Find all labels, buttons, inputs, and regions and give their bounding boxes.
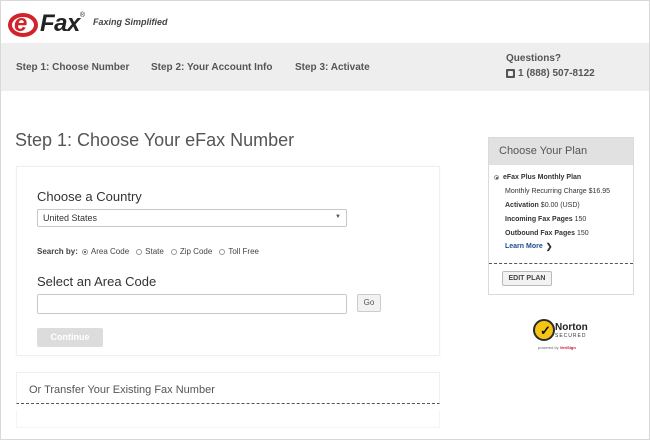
plan-header: Choose Your Plan [489, 138, 633, 165]
search-option-state[interactable]: State [136, 247, 164, 256]
transfer-card-continuation [16, 410, 440, 428]
area-code-input[interactable] [37, 294, 347, 314]
recurring-charge: Monthly Recurring Charge $16.95 [505, 188, 611, 195]
radio-plan[interactable] [494, 175, 499, 180]
search-option-label: State [145, 247, 164, 256]
efax-logo[interactable]: e Fax ® [8, 8, 85, 40]
learn-more-label: Learn More [505, 243, 543, 250]
edit-plan-button[interactable]: EDIT PLAN [502, 271, 552, 286]
step-account-info: Step 2: Your Account Info [151, 62, 273, 73]
plan-body: eFax Plus Monthly Plan Monthly Recurring… [489, 165, 633, 251]
page-title: Step 1: Choose Your eFax Number [15, 130, 295, 150]
search-option-area-code[interactable]: Area Code [81, 247, 130, 256]
step-choose-number: Step 1: Choose Number [16, 62, 130, 73]
phone-number[interactable]: 1 (888) 507-8122 [518, 68, 595, 79]
activation-row: Activation $0.00 (USD) [494, 202, 628, 209]
incoming-pages-row: Incoming Fax Pages 150 [494, 216, 628, 223]
search-option-label: Area Code [90, 247, 130, 256]
incoming-pages-label: Incoming Fax Pages [505, 216, 573, 223]
outbound-pages-value: 150 [576, 230, 589, 237]
logo-mark-letter: e [14, 10, 28, 37]
checkmark-icon: ✓ [533, 319, 555, 341]
norton-secured: SECURED [555, 333, 587, 339]
search-option-label: Zip Code [179, 247, 213, 256]
activation-value: $0.00 (USD) [540, 202, 580, 209]
powered-prefix: powered by [538, 345, 559, 350]
outbound-pages-label: Outbound Fax Pages [505, 230, 576, 237]
transfer-number-card[interactable]: Or Transfer Your Existing Fax Number [16, 372, 440, 404]
search-option-label: Toll Free [228, 247, 259, 256]
radio-zip-code[interactable] [170, 248, 177, 255]
country-select[interactable]: United States ▼ [37, 209, 347, 227]
choose-number-card: Choose a Country United States ▼ Search … [16, 166, 440, 356]
choose-plan-panel: Choose Your Plan eFax Plus Monthly Plan … [488, 137, 634, 295]
search-by-label: Search by: [37, 247, 78, 256]
go-button[interactable]: Go [357, 294, 381, 312]
powered-brand: VeriSign [559, 345, 576, 350]
efax-logo-mark: e [8, 10, 42, 38]
chevron-down-icon: ▼ [335, 214, 341, 220]
questions-contact: Questions? 1 (888) 507-8122 [506, 53, 595, 79]
area-code-section-label: Select an Area Code [37, 274, 157, 289]
logo-registered: ® [79, 12, 86, 19]
step-activate: Step 3: Activate [295, 62, 370, 73]
radio-area-code[interactable] [81, 248, 88, 255]
outbound-pages-row: Outbound Fax Pages 150 [494, 230, 628, 237]
incoming-pages-value: 150 [574, 216, 587, 223]
radio-toll-free[interactable] [219, 248, 226, 255]
activation-label: Activation [505, 202, 539, 209]
plan-name: eFax Plus Monthly Plan [503, 174, 582, 181]
questions-label: Questions? [506, 53, 562, 64]
phone-icon [506, 69, 515, 78]
tagline: Faxing Simplified [93, 17, 168, 27]
norton-secured-badge[interactable]: ✓ Norton SECURED powered by VeriSign [533, 316, 593, 356]
search-option-zip-code[interactable]: Zip Code [170, 247, 213, 256]
continue-button[interactable]: Continue [37, 328, 103, 347]
country-selected-value: United States [43, 213, 98, 223]
chevron-right-icon: ❯ [545, 242, 553, 251]
phone-row: 1 (888) 507-8122 [506, 68, 595, 79]
radio-state[interactable] [136, 248, 143, 255]
search-by-group: Search by: Area Code State Zip Code Toll… [37, 247, 266, 256]
learn-more-link[interactable]: Learn More ❯ [494, 242, 628, 251]
steps-bar: Step 1: Choose Number Step 2: Your Accou… [1, 43, 649, 91]
search-option-toll-free[interactable]: Toll Free [219, 247, 259, 256]
plan-divider [489, 263, 633, 264]
plan-option[interactable]: eFax Plus Monthly Plan [494, 174, 628, 181]
check-glyph: ✓ [540, 323, 551, 338]
norton-powered-by: powered by VeriSign [538, 345, 576, 350]
country-section-label: Choose a Country [37, 189, 142, 204]
norton-brand: Norton [555, 322, 588, 333]
transfer-number-label: Or Transfer Your Existing Fax Number [29, 384, 215, 396]
logo-text: Fax [40, 10, 80, 37]
